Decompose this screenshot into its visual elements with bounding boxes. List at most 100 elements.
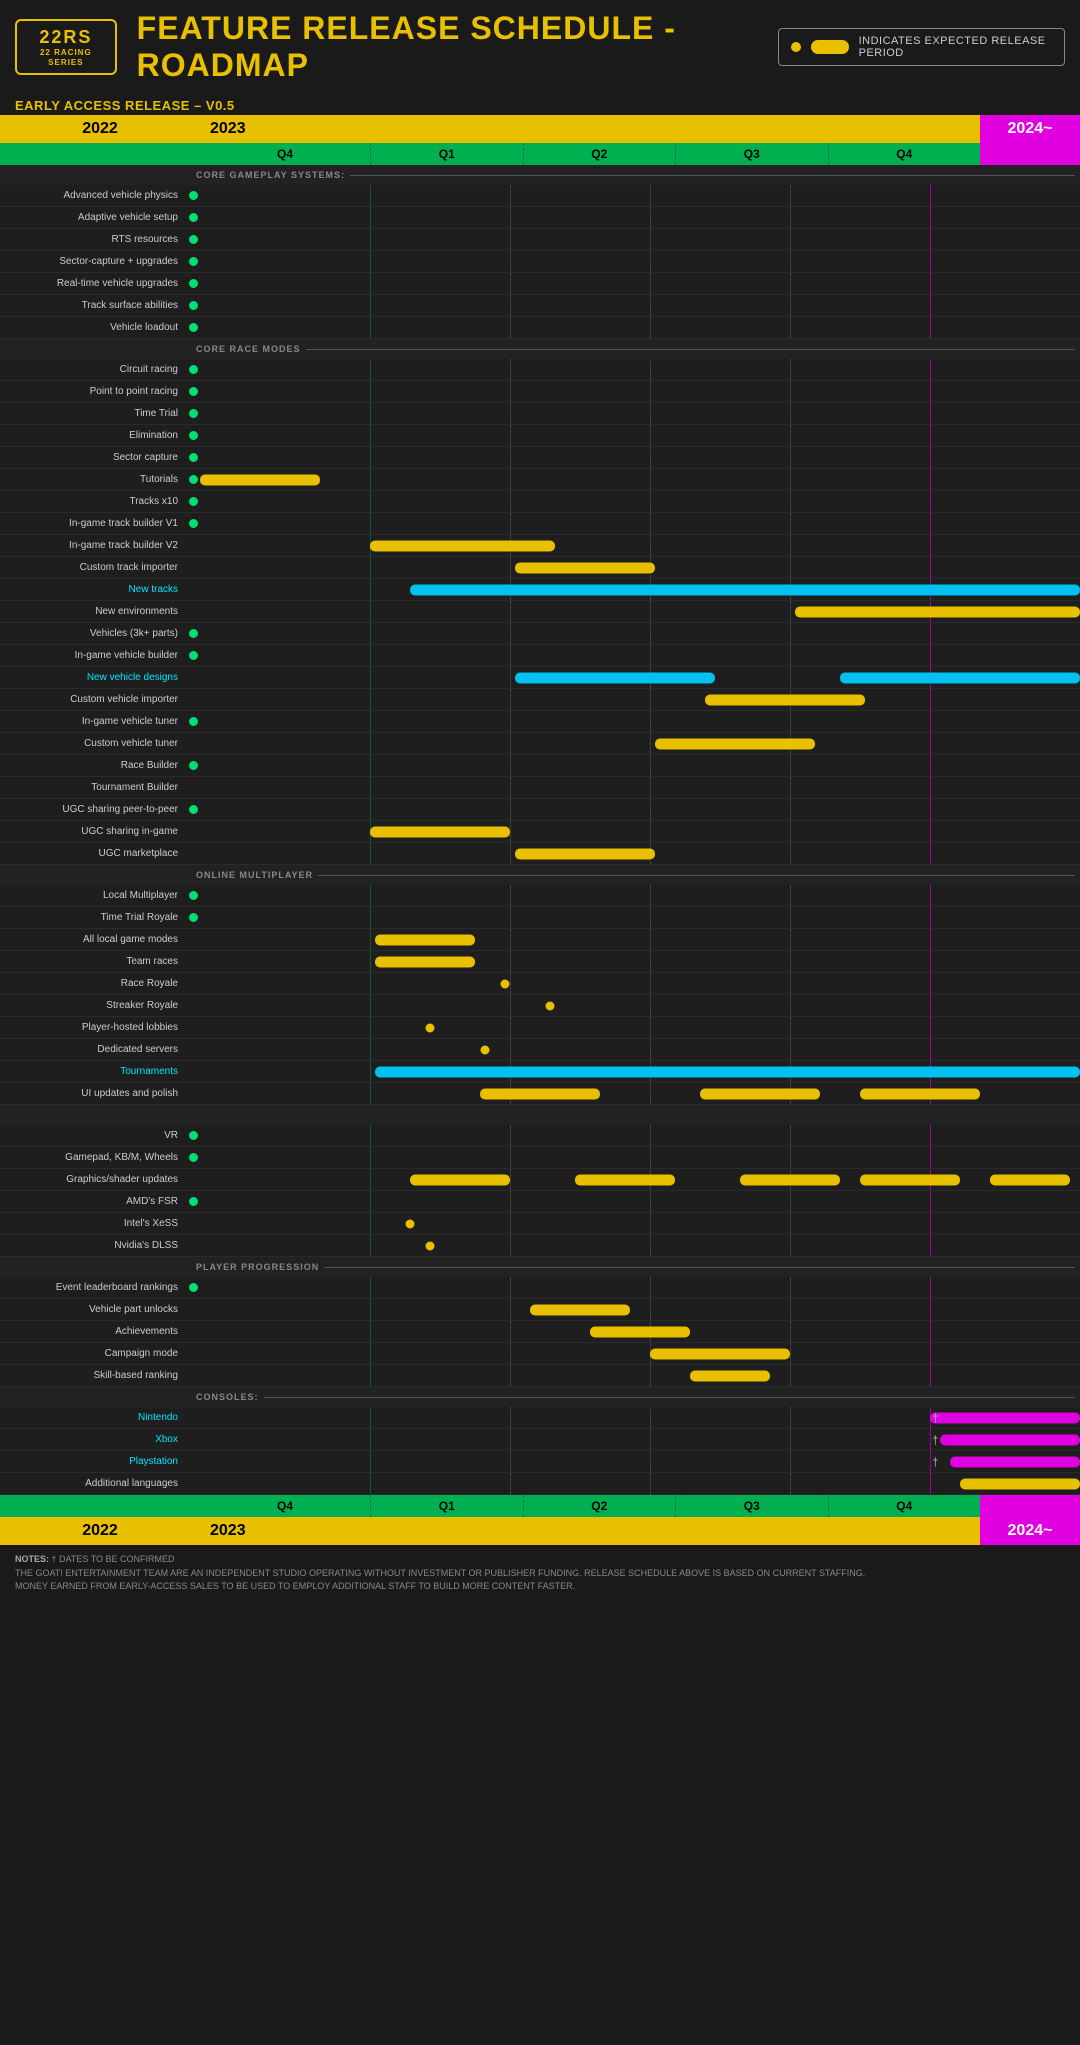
grid-line [790, 185, 791, 206]
feature-name: Achievements [0, 1326, 186, 1337]
grid-line [930, 711, 931, 732]
grid-line [930, 359, 931, 380]
feature-timeline [200, 1061, 1080, 1082]
grid-line [510, 1407, 511, 1428]
gantt-bar [795, 606, 1080, 617]
dot-area [186, 191, 200, 200]
feature-timeline: † [200, 1451, 1080, 1472]
grid-line [650, 645, 651, 666]
grid-line [650, 273, 651, 294]
feature-timeline [200, 317, 1080, 338]
grid-line [510, 777, 511, 798]
feature-name: Nvidia's DLSS [0, 1240, 186, 1251]
feature-timeline [200, 733, 1080, 754]
grid-line [510, 667, 511, 688]
gantt-bar [410, 584, 1080, 595]
grid-line [790, 821, 791, 842]
section-header [0, 1105, 1080, 1125]
feature-name: Race Builder [0, 760, 186, 771]
grid-line [650, 1429, 651, 1450]
section-label: CONSOLES: [191, 1392, 259, 1402]
grid-line [510, 185, 511, 206]
grid-line [370, 425, 371, 446]
grid-line [370, 1343, 371, 1364]
grid-line [370, 1147, 371, 1168]
grid-line [510, 1191, 511, 1212]
feature-timeline [200, 513, 1080, 534]
grid-line [370, 623, 371, 644]
dot-area [186, 805, 200, 814]
grid-line [930, 1147, 931, 1168]
feature-name: Local Multiplayer [0, 890, 186, 901]
gantt-bar [940, 1434, 1080, 1445]
grid-line [370, 403, 371, 424]
grid-line [930, 557, 931, 578]
feature-row: Tournament Builder [0, 777, 1080, 799]
grid-line [790, 1407, 791, 1428]
feature-timeline [200, 1213, 1080, 1234]
feature-row: Achievements [0, 1321, 1080, 1343]
feature-timeline [200, 359, 1080, 380]
dot-area [186, 409, 200, 418]
dot-area [186, 279, 200, 288]
grid-line [370, 973, 371, 994]
footer-year-2024: 2024~ [980, 1517, 1080, 1545]
grid-line [650, 995, 651, 1016]
grid-line [370, 359, 371, 380]
feature-name: Tournaments [0, 1066, 186, 1077]
legend-label: INDICATES EXPECTED RELEASE PERIOD [859, 35, 1052, 59]
dot-area [186, 1131, 200, 1140]
grid-line [930, 799, 931, 820]
grid-line [790, 929, 791, 950]
grid-line [510, 425, 511, 446]
grid-line [650, 1083, 651, 1104]
timeline-dot-icon [546, 1001, 555, 1010]
feature-row: Vehicles (3k+ parts) [0, 623, 1080, 645]
feature-row: UGC sharing peer-to-peer [0, 799, 1080, 821]
footer-q3: Q3 [675, 1495, 828, 1517]
grid-line [790, 907, 791, 928]
grid-line [790, 295, 791, 316]
grid-line [510, 1429, 511, 1450]
feature-name: Skill-based ranking [0, 1370, 186, 1381]
dot-area [186, 431, 200, 440]
feature-timeline [200, 1039, 1080, 1060]
feature-timeline [200, 1017, 1080, 1038]
grid-line [510, 229, 511, 250]
dot-area [186, 761, 200, 770]
grid-line [510, 1343, 511, 1364]
grid-line [650, 799, 651, 820]
dot-area [186, 1283, 200, 1292]
dot-area [186, 387, 200, 396]
feature-row: Dedicated servers [0, 1039, 1080, 1061]
feature-row: Race Royale [0, 973, 1080, 995]
dot-icon [189, 323, 198, 332]
feature-row: Graphics/shader updates [0, 1169, 1080, 1191]
feature-row: Nvidia's DLSS [0, 1235, 1080, 1257]
grid-line [510, 623, 511, 644]
gantt-bar [860, 1174, 960, 1185]
feature-name: VR [0, 1130, 186, 1141]
grid-line [510, 1451, 511, 1472]
feature-row: In-game track builder V1 [0, 513, 1080, 535]
grid-line [650, 929, 651, 950]
grid-line [930, 973, 931, 994]
grid-line [510, 557, 511, 578]
feature-name: Campaign mode [0, 1348, 186, 1359]
grid-line [930, 821, 931, 842]
feature-timeline [200, 1321, 1080, 1342]
feature-timeline [200, 425, 1080, 446]
feature-timeline [200, 1343, 1080, 1364]
grid-line [650, 733, 651, 754]
grid-line [930, 403, 931, 424]
grid-line [650, 185, 651, 206]
grid-line [370, 469, 371, 490]
dot-icon [189, 1131, 198, 1140]
feature-timeline [200, 229, 1080, 250]
grid-line [790, 843, 791, 864]
grid-line [650, 447, 651, 468]
feature-row: New vehicle designs [0, 667, 1080, 689]
section-header: CORE GAMEPLAY SYSTEMS: [0, 165, 1080, 185]
logo: 22RS 22 RACING SERIES [15, 19, 117, 76]
gantt-bar [990, 1174, 1070, 1185]
